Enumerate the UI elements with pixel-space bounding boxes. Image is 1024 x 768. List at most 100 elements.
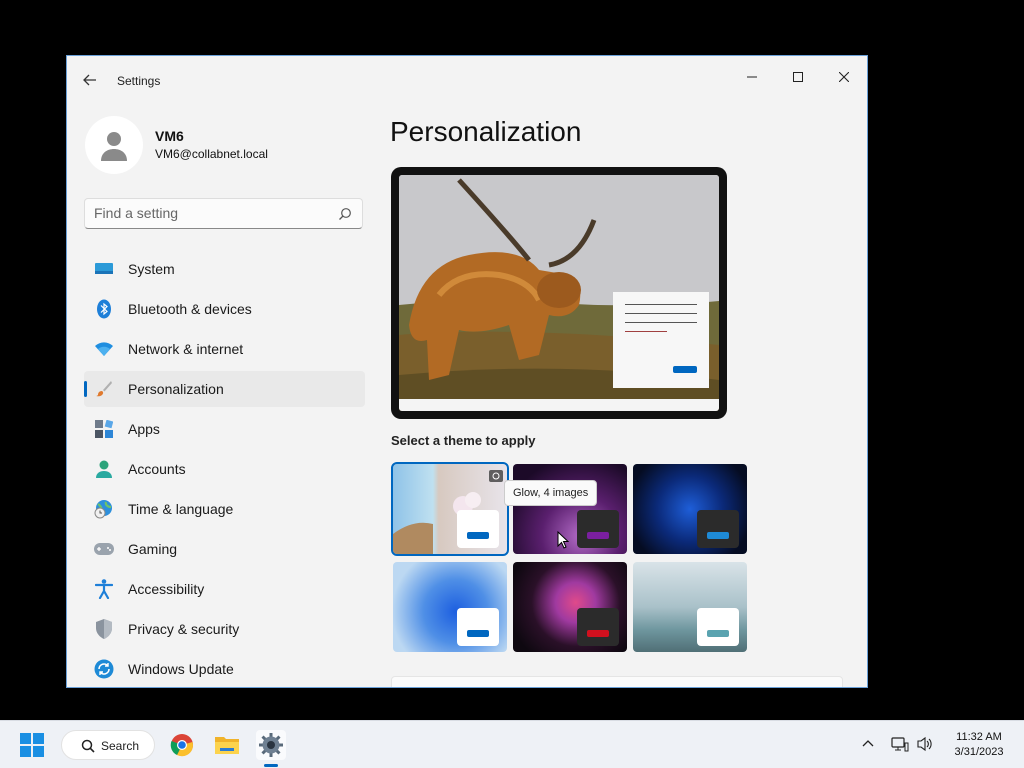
sidebar-item-time-language[interactable]: Time & language — [84, 491, 365, 527]
taskbar: Search 11:32 AM 3/31/2023 — [0, 720, 1024, 768]
theme-window-sample — [577, 608, 619, 646]
accessibility-icon — [94, 579, 114, 599]
minimize-button[interactable] — [730, 62, 774, 92]
preview-taskbar — [399, 399, 719, 411]
theme-window-sample — [697, 510, 739, 548]
theme-accent-chip — [707, 532, 729, 539]
system-clock[interactable]: 11:32 AM 3/31/2023 — [946, 730, 1012, 760]
window-title: Settings — [117, 74, 161, 88]
user-email: VM6@collabnet.local — [155, 147, 268, 161]
sidebar-item-apps[interactable]: Apps — [84, 411, 365, 447]
close-icon — [839, 72, 849, 82]
gear-icon — [259, 733, 283, 757]
theme-accent-chip — [467, 532, 489, 539]
sidebar-item-label: System — [128, 261, 175, 277]
network-icon[interactable] — [891, 735, 909, 753]
search-icon — [81, 739, 95, 753]
maximize-button[interactable] — [776, 62, 820, 92]
close-button[interactable] — [822, 62, 866, 92]
bluetooth-icon — [94, 299, 114, 319]
maximize-icon — [793, 72, 803, 82]
clock-time: 11:32 AM — [956, 731, 1002, 743]
sidebar-item-label: Accounts — [128, 461, 186, 477]
theme-preview — [391, 167, 727, 419]
theme-tooltip: Glow, 4 images — [504, 480, 598, 506]
theme-tile-glow[interactable] — [513, 464, 627, 554]
sidebar-item-windows-update[interactable]: Windows Update — [84, 651, 365, 687]
gamepad-icon — [94, 539, 114, 559]
minimize-icon — [747, 76, 757, 78]
taskbar-search-button[interactable]: Search — [61, 730, 155, 760]
person-icon — [101, 132, 127, 161]
sidebar-item-label: Bluetooth & devices — [128, 301, 252, 317]
apps-icon — [94, 419, 114, 439]
theme-accent-chip — [587, 630, 609, 637]
search-icon — [339, 208, 351, 220]
settings-window: Settings VM6 VM6@collabnet.local System … — [66, 55, 868, 688]
theme-window-sample — [697, 608, 739, 646]
sidebar-item-network[interactable]: Network & internet — [84, 331, 365, 367]
sidebar-item-system[interactable]: System — [84, 251, 365, 287]
title-bar: Settings — [67, 56, 867, 104]
windows-start-icon[interactable] — [20, 733, 44, 757]
accounts-icon — [94, 459, 114, 479]
sidebar-nav: System Bluetooth & devices Network & int… — [84, 251, 365, 687]
find-setting-search[interactable] — [84, 198, 363, 229]
system-icon — [94, 259, 114, 279]
volume-icon[interactable] — [916, 735, 934, 753]
sidebar-item-label: Privacy & security — [128, 621, 240, 637]
folder-icon — [215, 737, 239, 754]
theme-tile-spotlight[interactable] — [391, 462, 509, 556]
wifi-icon — [94, 339, 114, 359]
sidebar-item-gaming[interactable]: Gaming — [84, 531, 365, 567]
preview-line — [625, 331, 667, 332]
chrome-icon — [170, 734, 193, 757]
theme-accent-chip — [707, 630, 729, 637]
sidebar-item-label: Apps — [128, 421, 160, 437]
theme-tile-flow[interactable] — [633, 562, 747, 652]
sidebar-item-accessibility[interactable]: Accessibility — [84, 571, 365, 607]
user-profile[interactable]: VM6 VM6@collabnet.local — [85, 116, 375, 176]
theme-settings-card[interactable] — [391, 676, 843, 687]
theme-window-sample — [457, 510, 499, 548]
sidebar-item-label: Personalization — [128, 381, 224, 397]
taskbar-chrome-button[interactable] — [167, 730, 197, 760]
search-input[interactable] — [94, 205, 324, 221]
taskbar-search-label: Search — [101, 739, 140, 753]
theme-window-sample — [457, 608, 499, 646]
theme-accent-chip — [587, 532, 609, 539]
sidebar-item-accounts[interactable]: Accounts — [84, 451, 365, 487]
sidebar-item-privacy[interactable]: Privacy & security — [84, 611, 365, 647]
taskbar-file-explorer-button[interactable] — [212, 730, 242, 760]
globe-clock-icon — [94, 499, 114, 519]
sidebar-item-label: Time & language — [128, 501, 234, 517]
back-button[interactable] — [79, 70, 101, 90]
sidebar-item-bluetooth[interactable]: Bluetooth & devices — [84, 291, 365, 327]
preview-window — [613, 292, 709, 388]
sidebar-item-label: Network & internet — [128, 341, 244, 357]
theme-tile-windows-light[interactable] — [393, 562, 507, 652]
active-app-indicator — [264, 764, 278, 767]
theme-window-sample — [577, 510, 619, 548]
clock-date: 3/31/2023 — [954, 746, 1004, 758]
preview-line — [625, 313, 697, 314]
user-name: VM6 — [155, 128, 184, 144]
sidebar-item-label: Accessibility — [128, 581, 205, 597]
theme-tile-windows-dark[interactable] — [633, 464, 747, 554]
shield-icon — [94, 619, 114, 639]
sidebar-item-personalization[interactable]: Personalization — [84, 371, 365, 407]
sidebar-item-label: Gaming — [128, 541, 178, 557]
theme-tile-captured-motion[interactable] — [513, 562, 627, 652]
page-title: Personalization — [390, 116, 582, 147]
taskbar-settings-button[interactable] — [256, 730, 286, 760]
chevron-up-icon[interactable] — [861, 737, 875, 751]
update-icon — [94, 659, 114, 679]
preview-line — [625, 322, 697, 323]
preview-line — [625, 304, 697, 305]
desktop-preview-image — [399, 175, 719, 411]
theme-accent-chip — [467, 630, 489, 637]
preview-accent-button — [673, 366, 697, 373]
back-arrow-icon — [83, 74, 96, 86]
sidebar-item-label: Windows Update — [128, 661, 234, 677]
themes-heading: Select a theme to apply — [391, 433, 536, 448]
